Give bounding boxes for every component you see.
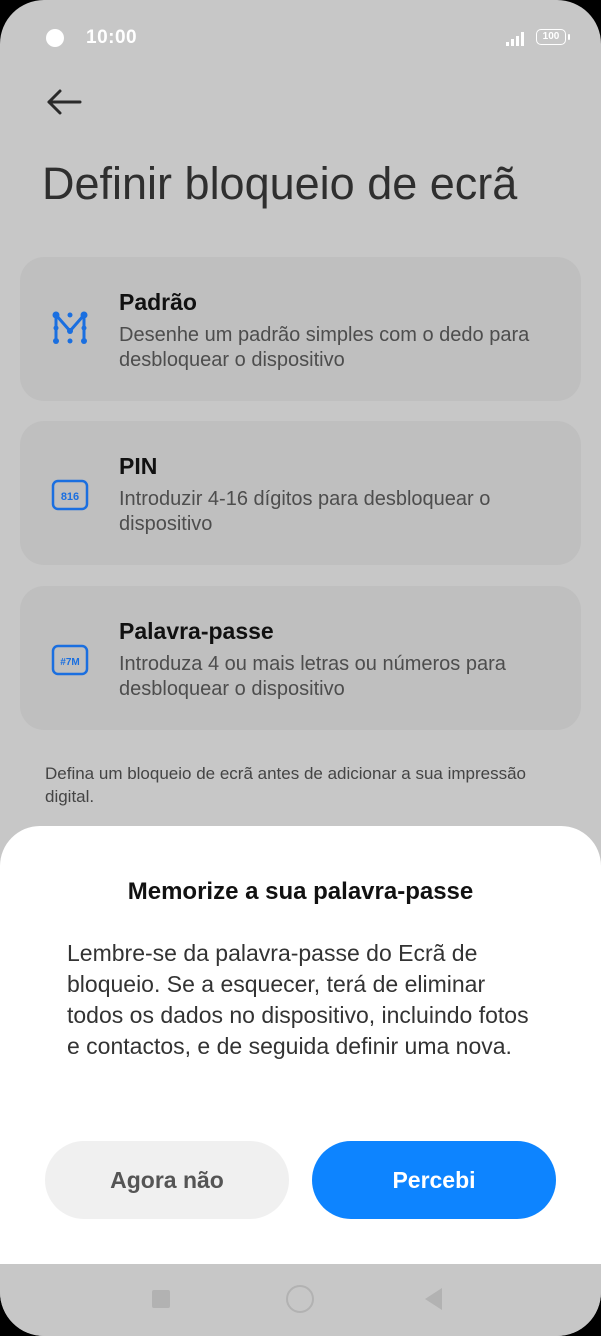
recents-square-icon[interactable] <box>152 1290 170 1308</box>
page-title: Definir bloqueio de ecrã <box>42 158 518 209</box>
svg-text:#7M: #7M <box>60 657 79 668</box>
notification-dot-icon <box>46 29 64 47</box>
home-circle-icon[interactable] <box>286 1285 314 1313</box>
battery-icon: 100 <box>536 29 570 45</box>
svg-text:816: 816 <box>61 491 79 503</box>
dialog-title: Memorize a sua palavra-passe <box>127 878 474 905</box>
back-triangle-icon[interactable] <box>425 1288 442 1310</box>
not-now-button[interactable]: Agora não <box>45 1141 289 1219</box>
dialog-body: Lembre-se da palavra-passe do Ecrã de bl… <box>67 940 529 1059</box>
arrow-left-icon[interactable] <box>44 84 84 120</box>
option-description: Introduza 4 ou mais letras ou números pa… <box>119 653 506 700</box>
option-pattern[interactable]: Padrão Desenhe um padrão simples com o d… <box>20 257 581 401</box>
signal-icon <box>506 32 524 46</box>
password-icon: #7M <box>51 644 89 676</box>
phone-screen: 10:00 100 Definir bloqueio de ecrã Padrã… <box>0 0 601 1336</box>
option-password[interactable]: #7M Palavra-passe Introduza 4 ou mais le… <box>20 586 581 730</box>
pin-icon: 816 <box>51 479 89 511</box>
password-reminder-dialog: Memorize a sua palavra-passe Lembre-se d… <box>0 826 601 1266</box>
option-title: Palavra-passe <box>119 618 274 644</box>
got-it-button[interactable]: Percebi <box>312 1141 556 1219</box>
status-bar: 10:00 100 <box>0 0 601 76</box>
option-title: PIN <box>119 453 158 479</box>
option-description: Desenhe um padrão simples com o dedo par… <box>119 324 530 371</box>
option-pin[interactable]: 816 PIN Introduzir 4-16 dígitos para des… <box>20 421 581 565</box>
fingerprint-note: Defina um bloqueio de ecrã antes de adic… <box>45 764 527 806</box>
navigation-bar <box>0 1264 601 1336</box>
option-title: Padrão <box>119 289 197 315</box>
pattern-icon <box>52 311 88 344</box>
status-time: 10:00 <box>86 27 138 48</box>
option-description: Introduzir 4-16 dígitos para desbloquear… <box>119 488 491 535</box>
